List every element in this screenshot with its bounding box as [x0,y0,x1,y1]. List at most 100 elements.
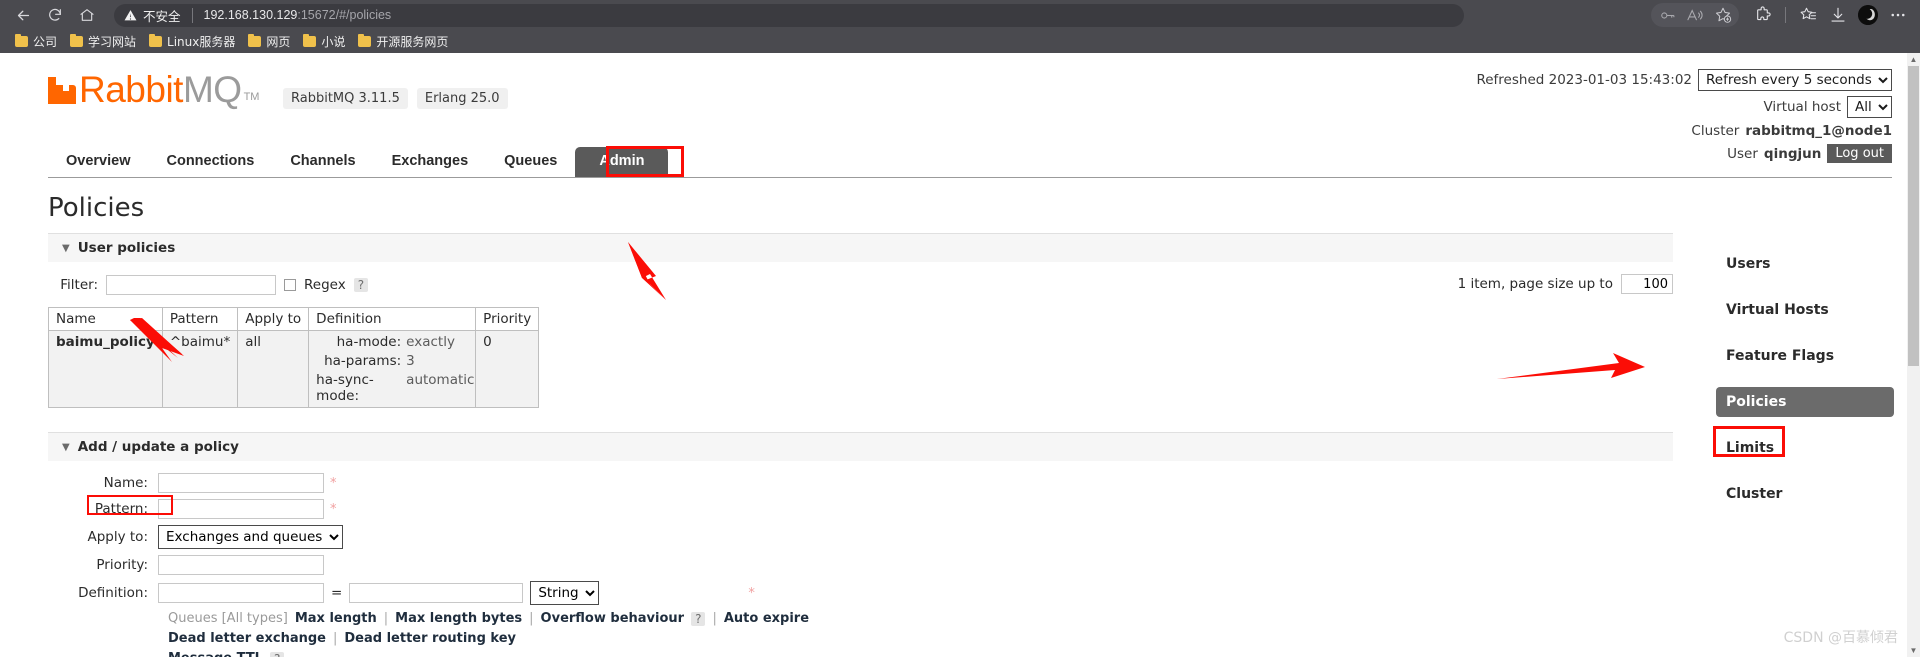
read-aloud-icon[interactable] [1681,3,1709,27]
bookmark-item[interactable]: 网页 [243,31,298,52]
hint-line-2: Dead letter exchange | Dead letter routi… [168,631,1673,646]
apply-to-select[interactable]: Exchanges and queues [158,525,343,549]
bookmark-item[interactable]: 公司 [10,31,65,52]
form-row-name: Name: * [48,473,1673,493]
definition-key: ha-sync-mode: [316,372,374,404]
definition-hints: Queues [All types] Max length | Max leng… [158,611,1673,657]
hint-overflow-behaviour[interactable]: Overflow behaviour [541,611,685,626]
hint-separator: | [383,611,389,626]
definition-value-input[interactable] [349,583,524,603]
bookmark-item[interactable]: Linux服务器 [144,31,243,52]
page-title: Policies [48,193,145,223]
bookmark-item[interactable]: 学习网站 [65,31,144,52]
apply-to-label: Apply to: [87,529,148,545]
scroll-down-arrow-icon[interactable]: ▼ [1907,644,1920,657]
address-bar[interactable]: 不安全 192.168.130.129:15672/#/policies [114,3,1464,27]
hint-dead-letter-exchange[interactable]: Dead letter exchange [168,631,326,646]
vhost-select[interactable]: All [1847,96,1892,118]
table-header-row: Name Pattern Apply to Definition Priorit… [48,307,540,331]
key-icon[interactable] [1653,3,1681,27]
definition-value: automatic [406,372,475,388]
regex-help-icon[interactable]: ? [353,278,369,292]
scroll-up-arrow-icon[interactable]: ▲ [1907,53,1920,66]
form-row-priority: Priority: [48,555,1673,575]
scrollbar-thumb[interactable] [1908,66,1919,366]
tab-overview[interactable]: Overview [48,147,149,177]
rabbitmq-logo-icon [48,77,76,104]
message-ttl-help-icon[interactable]: ? [269,651,285,657]
required-marker: * [748,585,755,601]
page-scrollbar[interactable]: ▲ ▼ [1907,53,1920,657]
name-input[interactable] [158,473,324,493]
tab-exchanges[interactable]: Exchanges [374,147,487,177]
hint-dead-letter-routing-key[interactable]: Dead letter routing key [344,631,516,646]
overflow-help-icon[interactable]: ? [691,611,706,626]
collapse-caret-icon[interactable]: ▼ [62,442,70,453]
cell-definition: ha-mode: exactly ha-params: 3 ha-sync-mo… [308,330,477,408]
sidebar-item-limits[interactable]: Limits [1716,433,1894,463]
filter-input[interactable] [106,275,276,295]
tab-connections[interactable]: Connections [149,147,273,177]
rabbitmq-logo[interactable]: RabbitMQ TM [48,71,259,108]
definition-type-select[interactable]: String [530,581,600,605]
hint-auto-expire[interactable]: Auto expire [724,611,809,626]
url-text: 192.168.130.129:15672/#/policies [204,8,392,22]
downloads-icon[interactable] [1824,3,1852,27]
priority-input[interactable] [158,555,324,575]
bookmark-item[interactable]: 开源服务网页 [353,31,456,52]
table-row[interactable]: baimu_policy ^baimu* all ha-mode: exactl… [48,330,540,408]
col-pattern[interactable]: Pattern [161,307,239,331]
add-favorite-icon[interactable] [1709,3,1737,27]
browser-actions [1651,3,1912,27]
logo-text-orange: Rabbit [79,69,183,110]
bookmark-item[interactable]: 小说 [298,31,353,52]
form-row-pattern: Pattern: * [48,499,1673,519]
tab-channels[interactable]: Channels [272,147,373,177]
reload-icon[interactable] [40,3,70,27]
collapse-caret-icon[interactable]: ▼ [62,243,70,254]
col-definition[interactable]: Definition [308,307,477,331]
tab-admin[interactable]: Admin [575,147,669,177]
regex-checkbox[interactable] [284,279,296,291]
add-policy-section-header[interactable]: ▼ Add / update a policy [48,432,1673,461]
folder-icon [70,33,84,47]
extensions-icon[interactable] [1749,3,1777,27]
col-name[interactable]: Name [48,307,163,331]
vhost-row: Virtual host All [1476,96,1892,118]
logo-text: RabbitMQ [79,71,242,108]
pattern-label: Pattern: [94,501,148,517]
sidebar-item-cluster[interactable]: Cluster [1716,479,1894,509]
sidebar-item-virtual-hosts[interactable]: Virtual Hosts [1716,295,1894,325]
sidebar-item-feature-flags[interactable]: Feature Flags [1716,341,1894,371]
refresh-interval-select[interactable]: Refresh every 5 seconds [1698,69,1892,91]
user-policies-section-header[interactable]: ▼ User policies [48,233,1673,262]
tab-queues[interactable]: Queues [486,147,575,177]
back-arrow-icon[interactable] [8,3,38,27]
bookmark-label: 网页 [266,35,291,49]
rabbitmq-management-page: RabbitMQ TM RabbitMQ 3.11.5 Erlang 25.0 … [0,53,1907,657]
bookmark-label: 学习网站 [88,35,137,49]
pattern-input[interactable] [158,499,324,519]
refreshed-label: Refreshed 2023-01-03 15:43:02 [1476,72,1692,88]
address-divider [191,7,193,23]
hint-max-length-bytes[interactable]: Max length bytes [395,611,522,626]
home-icon[interactable] [72,3,102,27]
url-host: 192.168.130.129 [203,8,298,22]
page-size-input[interactable] [1621,274,1673,294]
folder-icon [358,33,372,47]
definition-key-input[interactable] [158,583,324,603]
profile-avatar[interactable] [1854,3,1882,27]
cell-pattern: ^baimu* [161,330,239,408]
favorites-icon[interactable] [1794,3,1822,27]
sidebar-item-policies[interactable]: Policies [1716,387,1894,417]
settings-more-icon[interactable] [1884,3,1912,27]
sidebar-item-users[interactable]: Users [1716,249,1894,279]
regex-label: Regex [304,277,346,293]
cell-policy-name[interactable]: baimu_policy [48,330,163,408]
definition-entry: ha-params: 3 [316,353,468,369]
priority-label: Priority: [96,557,148,573]
col-priority[interactable]: Priority [475,307,540,331]
hint-max-length[interactable]: Max length [295,611,377,626]
col-apply-to[interactable]: Apply to [237,307,310,331]
hint-message-ttl[interactable]: Message TTL [168,651,263,657]
